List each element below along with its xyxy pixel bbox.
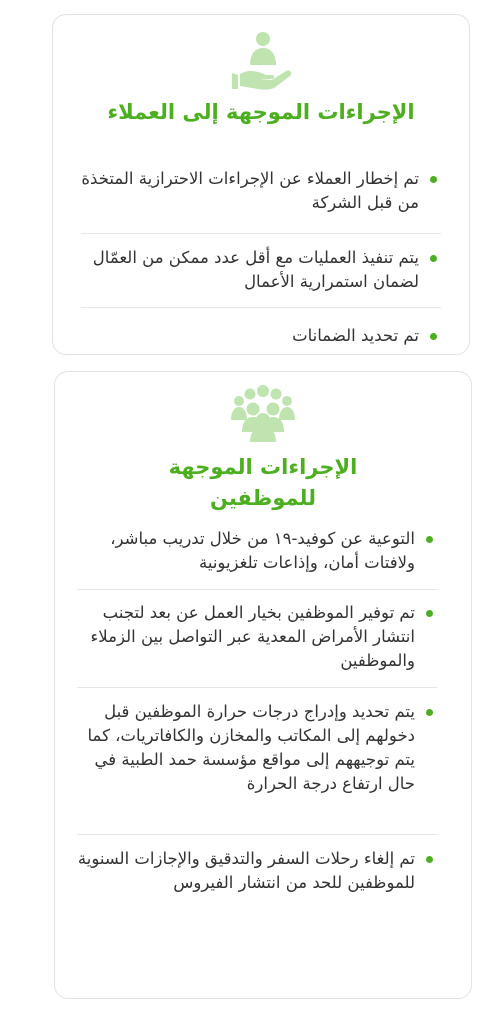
- list-item: التوعية عن كوفيد-١٩ من خلال تدريب مباشر،…: [77, 527, 437, 575]
- divider: [77, 687, 437, 688]
- customers-title: الإجراءات الموجهة إلى العملاء: [107, 100, 415, 124]
- bullet-icon: [430, 176, 437, 183]
- bullet-icon: [426, 709, 433, 716]
- list-item-text: يتم تنفيذ العمليات مع أقل عدد ممكن من ال…: [92, 248, 419, 291]
- list-item: تم إخطار العملاء عن الإجراءات الاحترازية…: [81, 167, 441, 219]
- employees-list: التوعية عن كوفيد-١٩ من خلال تدريب مباشر،…: [77, 527, 437, 895]
- employees-title-line2: للموظفين: [209, 486, 317, 510]
- list-item: تم تحديد الضمانات: [81, 324, 441, 348]
- hand-holding-person-icon: [53, 31, 469, 91]
- group-of-people-icon: [55, 384, 471, 442]
- divider: [77, 834, 437, 835]
- divider: [81, 233, 441, 234]
- divider: [81, 307, 441, 308]
- bullet-icon: [426, 536, 433, 543]
- divider: [77, 589, 437, 590]
- employees-title-line1: الإجراءات الموجهة: [168, 455, 358, 479]
- bullet-icon: [426, 856, 433, 863]
- list-item: يتم تحديد وإدراج درجات حرارة الموظفين قب…: [77, 700, 437, 820]
- list-item-text: التوعية عن كوفيد-١٩ من خلال تدريب مباشر،…: [110, 529, 415, 572]
- list-item: يتم تنفيذ العمليات مع أقل عدد ممكن من ال…: [81, 246, 441, 294]
- list-item-text: يتم تحديد وإدراج درجات حرارة الموظفين قب…: [87, 702, 415, 793]
- list-item-text: تم توفير الموظفين بخيار العمل عن بعد لتج…: [90, 603, 415, 670]
- list-item: تم توفير الموظفين بخيار العمل عن بعد لتج…: [77, 601, 437, 673]
- customers-measures-card: الإجراءات الموجهة إلى العملاء تم إخطار ا…: [52, 14, 470, 355]
- list-item-text: تم تحديد الضمانات: [292, 326, 419, 345]
- customers-list: تم إخطار العملاء عن الإجراءات الاحترازية…: [81, 167, 441, 348]
- list-item-text: تم إلغاء رحلات السفر والتدقيق والإجازات …: [77, 849, 415, 892]
- bullet-icon: [426, 610, 433, 617]
- bullet-icon: [430, 255, 437, 262]
- employees-measures-card: الإجراءات الموجهة للموظفين التوعية عن كو…: [54, 371, 472, 999]
- bullet-icon: [430, 333, 437, 340]
- employees-title: الإجراءات الموجهة للموظفين: [75, 452, 451, 514]
- list-item: تم إلغاء رحلات السفر والتدقيق والإجازات …: [77, 847, 437, 895]
- list-item-text: تم إخطار العملاء عن الإجراءات الاحترازية…: [81, 169, 419, 212]
